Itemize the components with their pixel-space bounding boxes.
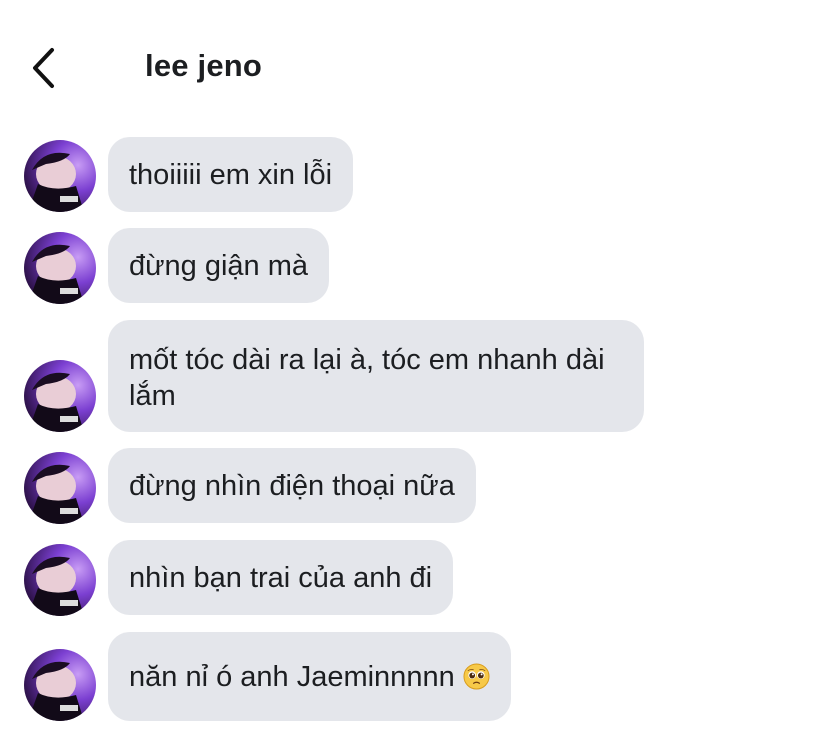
avatar[interactable] xyxy=(24,544,96,616)
avatar[interactable] xyxy=(24,360,96,432)
contact-name[interactable]: lee jeno xyxy=(145,48,262,84)
message-text: năn nỉ ó anh Jaeminnnnn xyxy=(129,660,455,693)
message-bubble[interactable]: nhìn bạn trai của anh đi xyxy=(108,540,454,615)
avatar[interactable] xyxy=(24,452,96,524)
message-row: đừng giận mà xyxy=(0,228,827,304)
message-text: đừng giận mà xyxy=(129,249,309,282)
avatar[interactable] xyxy=(24,232,96,304)
message-bubble[interactable]: mốt tóc dài ra lại à, tóc em nhanh dài l… xyxy=(108,320,644,432)
avatar[interactable] xyxy=(24,649,96,721)
back-button[interactable] xyxy=(28,46,64,90)
message-row: nhìn bạn trai của anh đi xyxy=(0,540,827,616)
message-row: đừng nhìn điện thoại nữa xyxy=(0,448,827,524)
message-bubble[interactable]: năn nỉ ó anh Jaeminnnnn xyxy=(108,632,511,721)
message-bubble[interactable]: thoiiiii em xin lỗi xyxy=(108,137,354,212)
message-bubble[interactable]: đừng giận mà xyxy=(108,228,330,303)
message-text: thoiiiii em xin lỗi xyxy=(129,158,333,191)
conversation-header: lee jeno xyxy=(0,0,827,130)
message-row: năn nỉ ó anh Jaeminnnnn xyxy=(0,632,827,721)
message-row: mốt tóc dài ra lại à, tóc em nhanh dài l… xyxy=(0,320,827,432)
message-text: đừng nhìn điện thoại nữa xyxy=(129,469,455,502)
message-bubble[interactable]: đừng nhìn điện thoại nữa xyxy=(108,448,476,523)
chevron-left-icon xyxy=(33,48,54,88)
pleading-face-emoji xyxy=(463,663,490,690)
message-row: thoiiiii em xin lỗi xyxy=(0,137,827,212)
avatar[interactable] xyxy=(24,140,96,212)
message-text: nhìn bạn trai của anh đi xyxy=(129,561,433,594)
message-text: mốt tóc dài ra lại à, tóc em nhanh dài l… xyxy=(129,344,605,412)
